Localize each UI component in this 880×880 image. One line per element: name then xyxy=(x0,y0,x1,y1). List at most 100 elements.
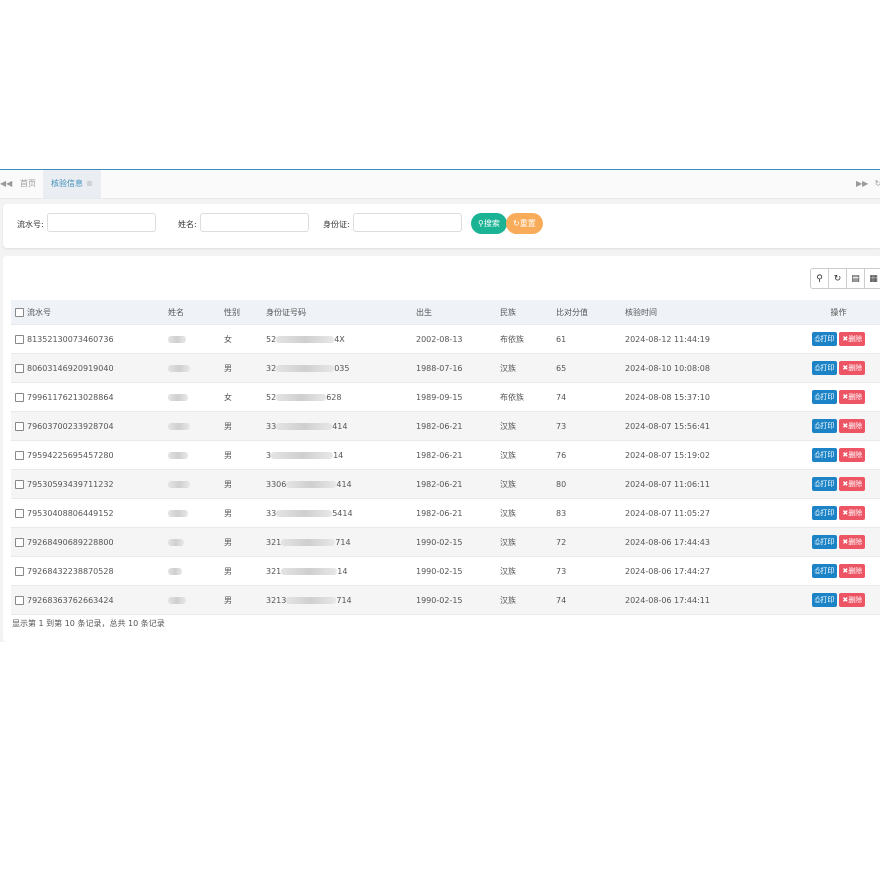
tab-scroll-left-icon[interactable]: ◀◀ xyxy=(0,170,12,198)
header-time[interactable]: 核验时间 xyxy=(625,300,794,325)
cell-actions: ⎙打印 ✖删除 xyxy=(794,585,880,615)
header-score[interactable]: 比对分值 xyxy=(556,300,625,325)
reset-button[interactable]: ↻重置 xyxy=(506,213,543,234)
delete-button[interactable]: ✖删除 xyxy=(839,361,866,375)
cell-id-number: 3306 414 xyxy=(266,469,416,499)
tab-home[interactable]: 首页 xyxy=(20,170,36,198)
redacted-name xyxy=(168,335,186,343)
print-label: 打印 xyxy=(820,567,835,575)
reset-button-label: 重置 xyxy=(519,219,536,228)
tab-close-icon[interactable]: ⊗ xyxy=(86,179,93,188)
print-button[interactable]: ⎙打印 xyxy=(811,419,838,433)
tab-bar: ◀◀ 首页 核验信息 ⊗ ▶▶ ↻ xyxy=(0,170,880,199)
table-row[interactable]: 80603146920919040 男 32 035 1988-07-16 汉族 65 202… xyxy=(11,353,880,383)
table-row[interactable]: 79268490689228800 男 321 714 1990-02-15 汉族 72 20… xyxy=(11,527,880,557)
redacted-name xyxy=(168,567,182,575)
delete-button[interactable]: ✖删除 xyxy=(839,564,866,578)
row-checkbox[interactable] xyxy=(14,508,24,518)
print-button[interactable]: ⎙打印 xyxy=(811,390,838,404)
header-name[interactable]: 姓名 xyxy=(168,300,224,325)
row-checkbox[interactable] xyxy=(14,450,24,460)
select-all-checkbox[interactable] xyxy=(14,307,24,317)
tab-scroll-right-icon[interactable]: ▶▶ xyxy=(856,170,868,198)
row-checkbox[interactable] xyxy=(14,479,24,489)
print-label: 打印 xyxy=(820,480,835,488)
delete-button[interactable]: ✖删除 xyxy=(839,390,866,404)
cell-id-number: 3213 714 xyxy=(266,585,416,615)
cell-ethnic: 汉族 xyxy=(500,411,556,441)
cell-name xyxy=(168,556,224,586)
row-checkbox[interactable] xyxy=(14,363,24,373)
row-checkbox[interactable] xyxy=(14,392,24,402)
cell-id-number: 32 035 xyxy=(266,353,416,383)
delete-button[interactable]: ✖删除 xyxy=(839,535,866,549)
cell-id-number: 33 414 xyxy=(266,411,416,441)
print-button[interactable]: ⎙打印 xyxy=(811,564,838,578)
name-input[interactable] xyxy=(200,213,309,232)
cell-time: 2024-08-12 11:44:19 xyxy=(625,324,794,354)
print-button[interactable]: ⎙打印 xyxy=(811,535,838,549)
table-row[interactable]: 79268432238870528 男 321 14 1990-02-15 汉族 73 202… xyxy=(11,556,880,586)
header-id-number[interactable]: 身份证号码 xyxy=(266,300,416,325)
cell-serial: 79530408806449152 xyxy=(27,498,168,528)
redacted-name xyxy=(168,509,188,517)
cell-birth: 1989-09-15 xyxy=(416,382,500,412)
header-ethnic[interactable]: 民族 xyxy=(500,300,556,325)
print-button[interactable]: ⎙打印 xyxy=(811,506,838,520)
table-row[interactable]: 79530593439711232 男 3306 414 1982-06-21 汉族 80 2… xyxy=(11,469,880,499)
cell-name xyxy=(168,585,224,615)
cell-actions: ⎙打印 ✖删除 xyxy=(794,353,880,383)
delete-button[interactable]: ✖删除 xyxy=(839,506,866,520)
delete-label: 删除 xyxy=(848,567,863,575)
redacted-name xyxy=(168,538,184,546)
delete-button[interactable]: ✖删除 xyxy=(839,419,866,433)
header-birth[interactable]: 出生 xyxy=(416,300,500,325)
print-button[interactable]: ⎙打印 xyxy=(811,477,838,491)
search-button[interactable]: ⚲搜索 xyxy=(471,213,507,234)
table-row[interactable]: 79594225695457280 男 3 14 1982-06-21 汉族 76 2024-… xyxy=(11,440,880,470)
cell-gender: 女 xyxy=(224,382,266,412)
cell-birth: 1982-06-21 xyxy=(416,411,500,441)
name-label: 姓名: xyxy=(178,220,197,229)
header-serial[interactable]: 流水号 xyxy=(27,300,168,325)
table-body: 81352130073460736 女 52 4X 2002-08-13 布依族 61 202… xyxy=(11,324,880,615)
serial-input[interactable] xyxy=(47,213,156,232)
table-row[interactable]: 81352130073460736 女 52 4X 2002-08-13 布依族 61 202… xyxy=(11,324,880,354)
table-columns-icon[interactable]: ▦ xyxy=(864,268,880,289)
cell-score: 73 xyxy=(556,556,625,586)
id-prefix: 52 xyxy=(266,392,277,402)
redacted-name xyxy=(168,393,188,401)
row-checkbox[interactable] xyxy=(14,334,24,344)
delete-button[interactable]: ✖删除 xyxy=(839,448,866,462)
table-toggle-icon[interactable]: ▤ xyxy=(846,268,865,289)
tab-verification-info[interactable]: 核验信息 ⊗ xyxy=(43,170,101,198)
cell-name xyxy=(168,382,224,412)
print-button[interactable]: ⎙打印 xyxy=(811,593,838,607)
table-refresh-icon[interactable]: ↻ xyxy=(828,268,847,289)
id-prefix: 3306 xyxy=(266,479,287,489)
print-button[interactable]: ⎙打印 xyxy=(811,332,838,346)
table-row[interactable]: 79268363762663424 男 3213 714 1990-02-15 汉族 74 2… xyxy=(11,585,880,615)
id-input[interactable] xyxy=(353,213,462,232)
id-suffix: 4X xyxy=(334,334,345,344)
print-button[interactable]: ⎙打印 xyxy=(811,361,838,375)
delete-label: 删除 xyxy=(848,393,863,401)
table-row[interactable]: 79603700233928704 男 33 414 1982-06-21 汉族 73 202… xyxy=(11,411,880,441)
row-checkbox[interactable] xyxy=(14,566,24,576)
delete-button[interactable]: ✖删除 xyxy=(839,477,866,491)
row-checkbox[interactable] xyxy=(14,537,24,547)
table-row[interactable]: 79961176213028864 女 52 628 1989-09-15 布依族 74 20… xyxy=(11,382,880,412)
header-gender[interactable]: 性别 xyxy=(224,300,266,325)
row-checkbox[interactable] xyxy=(14,595,24,605)
header-actions: 操作 xyxy=(794,300,880,325)
redacted-name xyxy=(168,364,190,372)
table-search-icon[interactable]: ⚲ xyxy=(810,268,829,289)
row-checkbox[interactable] xyxy=(14,421,24,431)
print-button[interactable]: ⎙打印 xyxy=(811,448,838,462)
delete-button[interactable]: ✖删除 xyxy=(839,332,866,346)
table-row[interactable]: 79530408806449152 男 33 5414 1982-06-21 汉族 83 20… xyxy=(11,498,880,528)
cell-birth: 1982-06-21 xyxy=(416,440,500,470)
delete-button[interactable]: ✖删除 xyxy=(839,593,866,607)
tab-options-icon[interactable]: ↻ xyxy=(872,170,880,198)
cell-ethnic: 汉族 xyxy=(500,469,556,499)
